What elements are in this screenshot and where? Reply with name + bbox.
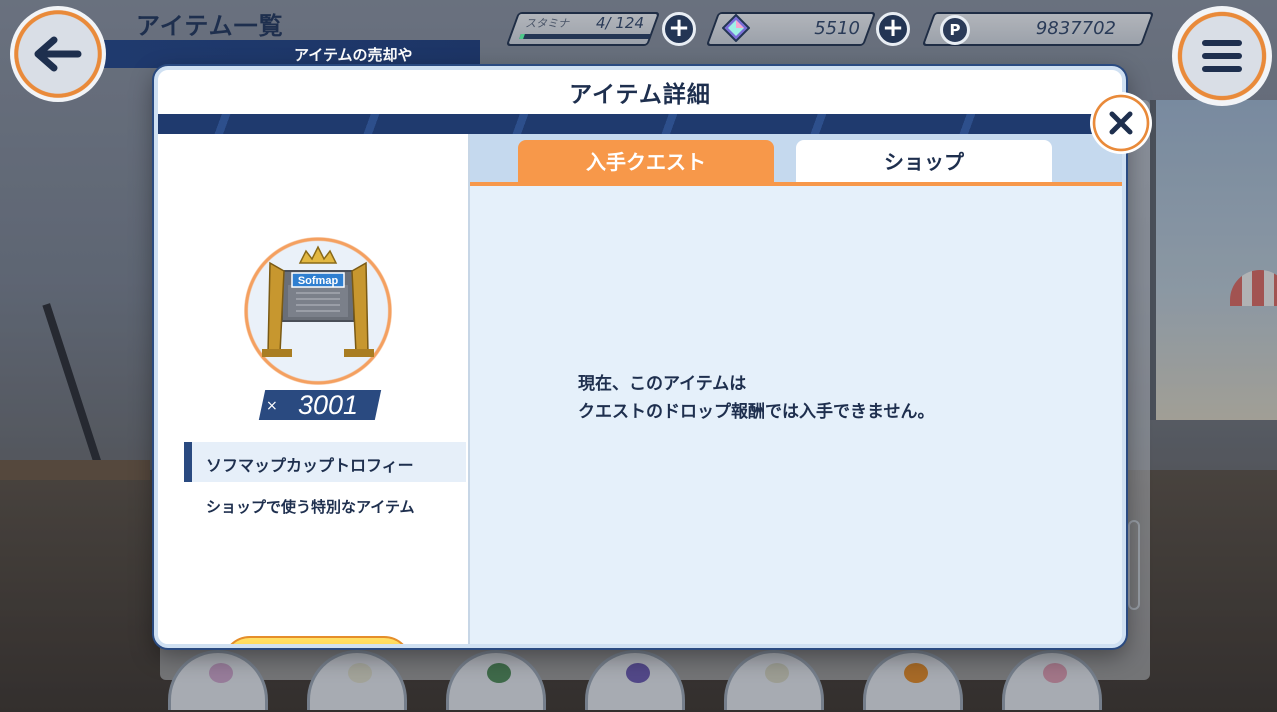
tab-strip: 入手クエスト ショップ xyxy=(470,134,1122,186)
coin-count: 9837702 xyxy=(1035,18,1116,39)
tab-shop[interactable]: ショップ xyxy=(796,140,1052,184)
stamina-label: スタミナ xyxy=(525,17,569,30)
stamina-value: 4/ 124 xyxy=(596,14,644,32)
acquisition-pane: 入手クエスト ショップ 現在、このアイテムは クエストのドロップ報酬では入手でき… xyxy=(470,134,1122,644)
hamburger-menu-icon xyxy=(1202,40,1242,72)
plus-icon: + xyxy=(882,13,904,43)
item-count: 3001 xyxy=(298,390,359,420)
back-button[interactable] xyxy=(10,6,106,102)
modal-header-stripe xyxy=(158,114,1122,134)
item-count-prefix: × xyxy=(266,398,278,414)
page-title: アイテム一覧 xyxy=(136,12,284,40)
trophy-logo-text: Sofmap xyxy=(298,275,339,287)
tab-underline xyxy=(470,182,1122,186)
item-description: ショップで使う特別なアイテム xyxy=(206,498,415,516)
acquisition-message: 現在、このアイテムは クエストのドロップ報酬では入手できません。 xyxy=(578,374,935,422)
coin-icon: P xyxy=(940,15,970,45)
page-subtitle: アイテムの売却や xyxy=(294,46,413,64)
plus-icon: + xyxy=(668,13,690,43)
modal-title: アイテム詳細 xyxy=(569,82,711,108)
stamina-bar-fill xyxy=(519,34,526,39)
trophy-icon: Sofmap xyxy=(262,245,374,357)
arrow-left-icon xyxy=(34,36,82,72)
gem-count: 5510 xyxy=(814,18,860,39)
gem-icon xyxy=(722,14,750,42)
close-icon xyxy=(1109,111,1133,135)
add-gems-button[interactable]: + xyxy=(876,12,910,46)
tab-quest[interactable]: 入手クエスト xyxy=(518,140,774,184)
stamina-bar xyxy=(519,34,651,39)
item-detail-modal: アイテム詳細 Sofmap × 3001 ソフマップカップトロフィー ショップで… xyxy=(154,66,1126,648)
item-image-frame: Sofmap xyxy=(236,229,400,393)
add-stamina-button[interactable]: + xyxy=(662,12,696,46)
sell-button[interactable]: 売却 xyxy=(222,636,412,644)
item-info-pane: Sofmap × 3001 ソフマップカップトロフィー ショップで使う特別なアイ… xyxy=(158,134,470,644)
item-name: ソフマップカップトロフィー xyxy=(206,456,414,475)
menu-button[interactable] xyxy=(1172,6,1272,106)
close-button[interactable] xyxy=(1090,92,1152,154)
